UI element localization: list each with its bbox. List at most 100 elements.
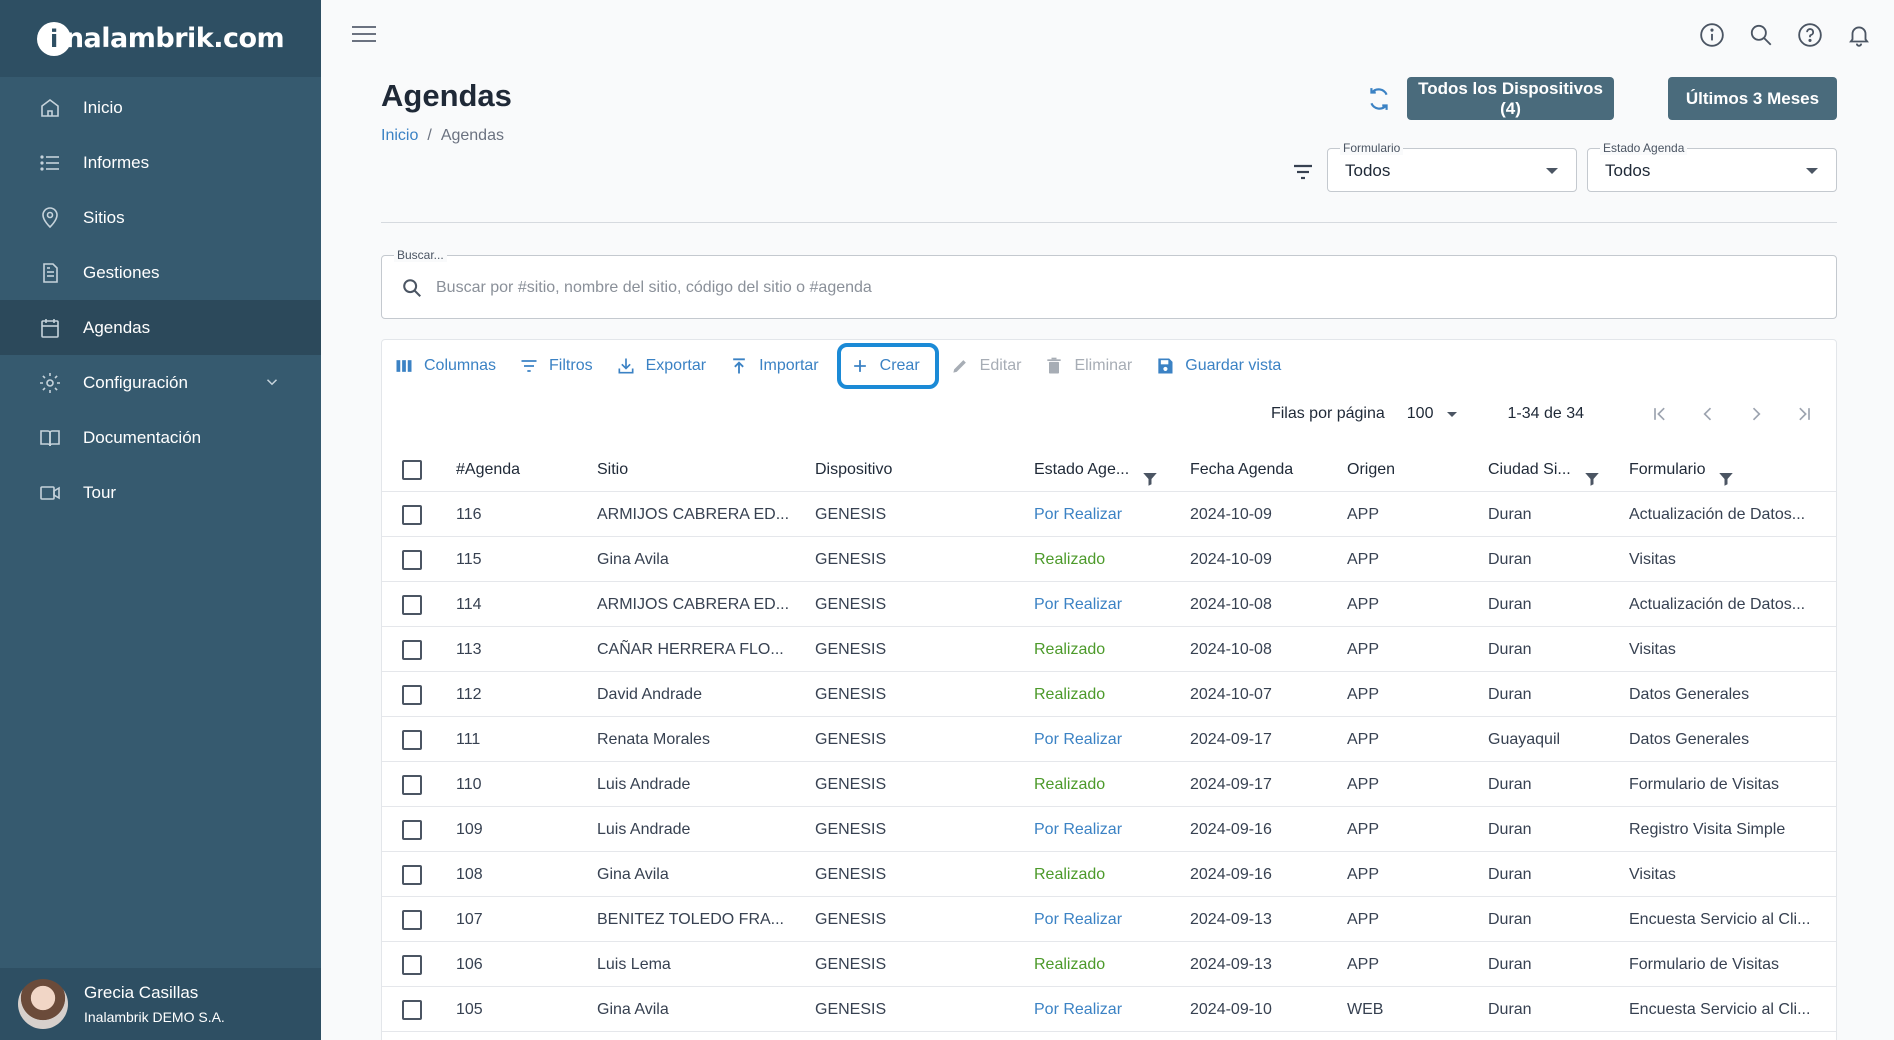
calendar-icon — [38, 316, 62, 340]
header-origen[interactable]: Origen — [1347, 447, 1395, 492]
estado-agenda-select[interactable]: Estado Agenda Todos — [1587, 141, 1837, 192]
table-row[interactable]: 108 Gina Avila GENESIS Realizado 2024-09-16 A… — [382, 852, 1836, 897]
row-checkbox[interactable] — [402, 864, 422, 885]
table-row[interactable]: 109 Luis Andrade GENESIS Por Realizar 2024-0… — [382, 807, 1836, 852]
cell-dispositivo: GENESIS — [815, 1001, 887, 1018]
book-icon — [38, 426, 62, 450]
row-checkbox[interactable] — [402, 504, 422, 525]
funnel-icon[interactable] — [1141, 461, 1159, 486]
cell-sitio: BENITEZ TOLEDO FRA... — [597, 911, 784, 928]
row-checkbox[interactable] — [402, 909, 422, 930]
cell-origen: WEB — [1347, 1001, 1384, 1018]
row-checkbox[interactable] — [402, 684, 422, 705]
next-page-icon[interactable] — [1744, 402, 1768, 426]
sidebar-item-label: Configuración — [83, 372, 188, 392]
app-logo[interactable]: i nalambrik.com — [36, 21, 285, 56]
cell-formulario: Actualización de Datos... — [1629, 506, 1806, 523]
prev-page-icon[interactable] — [1696, 402, 1720, 426]
header-formulario[interactable]: Formulario — [1629, 447, 1735, 492]
cell-agenda: 116 — [456, 506, 482, 523]
cell-dispositivo: GENESIS — [815, 731, 887, 748]
header-estado-label: Estado Age... — [1034, 461, 1130, 478]
last-page-icon[interactable] — [1792, 402, 1816, 426]
sidebar-item-agendas[interactable]: Agendas — [0, 300, 321, 355]
cell-sitio: ARMIJOS CABRERA ED... — [597, 596, 790, 613]
cell-fecha: 2024-10-09 — [1190, 551, 1272, 568]
select-all-checkbox[interactable] — [402, 459, 422, 480]
search-icon[interactable] — [1748, 22, 1774, 48]
row-checkbox[interactable] — [402, 999, 422, 1020]
header-ciudad[interactable]: Ciudad Si... — [1488, 447, 1601, 492]
row-checkbox[interactable] — [402, 594, 422, 615]
info-icon[interactable] — [1699, 22, 1725, 48]
table-row[interactable]: 106 Luis Lema GENESIS Realizado 2024-09-13 AP… — [382, 942, 1836, 987]
first-page-icon[interactable] — [1648, 402, 1672, 426]
cell-estado: Realizado — [1034, 686, 1106, 703]
rows-per-page-select[interactable]: 100 — [1407, 405, 1434, 423]
search-input[interactable] — [436, 274, 1786, 302]
row-checkbox[interactable] — [402, 729, 422, 750]
cell-agenda: 108 — [456, 866, 483, 883]
row-checkbox[interactable] — [402, 819, 422, 840]
refresh-icon[interactable] — [1366, 86, 1392, 112]
menu-toggle-icon[interactable] — [352, 26, 376, 46]
table-row[interactable]: 113 CAÑAR HERRERA FLO... GENESIS Realizado 2… — [382, 627, 1836, 672]
bell-icon[interactable] — [1846, 22, 1872, 48]
table-row[interactable]: 114 ARMIJOS CABRERA ED... GENESIS Por Reali… — [382, 582, 1836, 627]
period-button[interactable]: Últimos 3 Meses — [1668, 77, 1837, 120]
cell-ciudad: Duran — [1488, 1001, 1532, 1018]
sidebar-item-configuracion[interactable]: Configuración — [0, 355, 321, 410]
table-row[interactable]: 112 David Andrade GENESIS Realizado 2024-10-… — [382, 672, 1836, 717]
header-agenda[interactable]: #Agenda — [456, 447, 520, 492]
table-row[interactable]: 110 Luis Andrade GENESIS Realizado 2024-09-1… — [382, 762, 1836, 807]
sidebar-item-inicio[interactable]: Inicio — [0, 80, 321, 135]
export-button[interactable]: Exportar — [611, 348, 710, 384]
sidebar-item-gestiones[interactable]: Gestiones — [0, 245, 321, 300]
logo-bar: i nalambrik.com — [0, 0, 321, 77]
header-estado[interactable]: Estado Age... — [1034, 447, 1159, 492]
columns-button[interactable]: Columnas — [389, 348, 500, 384]
row-checkbox[interactable] — [402, 639, 422, 660]
edit-button[interactable]: Editar — [945, 348, 1026, 384]
table-row[interactable]: 116 ARMIJOS CABRERA ED... GENESIS Por Reali… — [382, 492, 1836, 537]
chevron-down-icon[interactable] — [1447, 411, 1458, 417]
sidebar-item-sitios[interactable]: Sitios — [0, 190, 321, 245]
row-select-cell — [402, 942, 422, 987]
help-icon[interactable] — [1797, 22, 1823, 48]
devices-button[interactable]: Todos los Dispositivos (4) — [1407, 77, 1614, 120]
sidebar-item-informes[interactable]: Informes — [0, 135, 321, 190]
delete-button[interactable]: Eliminar — [1039, 348, 1136, 384]
sidebar-item-documentacion[interactable]: Documentación — [0, 410, 321, 465]
user-profile[interactable]: Grecia Casillas Inalambrik DEMO S.A. — [0, 968, 321, 1040]
header-fecha[interactable]: Fecha Agenda — [1190, 447, 1293, 492]
table-row[interactable]: 111 Renata Morales GENESIS Por Realizar 2024… — [382, 717, 1836, 762]
header-dispositivo[interactable]: Dispositivo — [815, 447, 892, 492]
sidebar-item-tour[interactable]: Tour — [0, 465, 321, 520]
filters-button[interactable]: Filtros — [514, 348, 597, 384]
save-view-button[interactable]: Guardar vista — [1150, 348, 1285, 384]
cell-formulario: Encuesta Servicio al Cli... — [1629, 911, 1811, 928]
cell-sitio: Luis Andrade — [597, 821, 691, 838]
cell-agenda: 107 — [456, 911, 483, 928]
cell-formulario: Datos Generales — [1629, 731, 1750, 748]
search-icon — [401, 277, 423, 299]
filter-lines-icon[interactable] — [1291, 160, 1315, 184]
filter-lines-icon — [518, 355, 540, 377]
import-button[interactable]: Importar — [724, 348, 823, 384]
edit-label: Editar — [979, 357, 1022, 374]
row-select-cell — [402, 762, 422, 807]
cell-formulario: Formulario de Visitas — [1629, 776, 1779, 793]
table-row[interactable]: 115 Gina Avila GENESIS Realizado 2024-10-09 A… — [382, 537, 1836, 582]
header-sitio[interactable]: Sitio — [597, 447, 628, 492]
table-row[interactable]: 105 Gina Avila GENESIS Por Realizar 2024-09-… — [382, 987, 1836, 1032]
row-select-cell — [402, 582, 422, 627]
row-checkbox[interactable] — [402, 954, 422, 975]
row-checkbox[interactable] — [402, 549, 422, 570]
breadcrumb-home[interactable]: Inicio — [381, 127, 418, 144]
funnel-icon[interactable] — [1583, 461, 1601, 486]
formulario-select[interactable]: Formulario Todos — [1327, 141, 1577, 192]
create-button[interactable]: Crear — [836, 343, 939, 389]
funnel-icon[interactable] — [1717, 461, 1735, 486]
row-checkbox[interactable] — [402, 774, 422, 795]
table-row[interactable]: 107 BENITEZ TOLEDO FRA... GENESIS Por Reali… — [382, 897, 1836, 942]
